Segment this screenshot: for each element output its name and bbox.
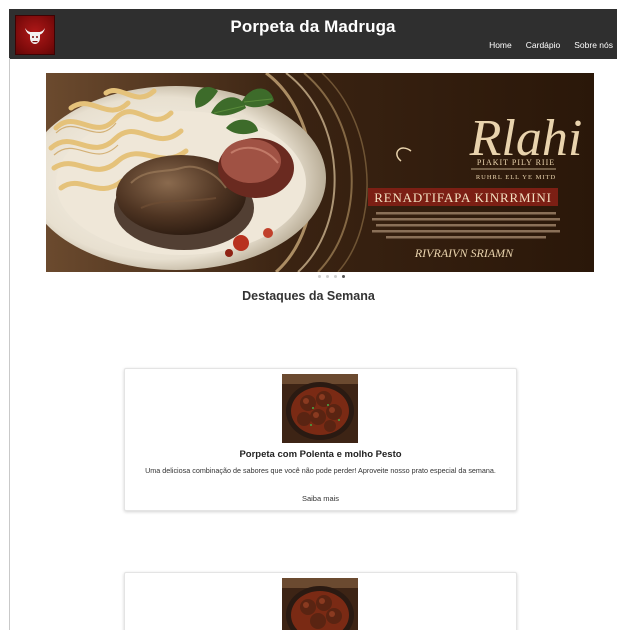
carousel-dot-4[interactable] [342, 275, 345, 278]
meatballs-image [282, 374, 358, 443]
featured-card: Porpeta com Polenta e molho Pesto Uma de… [124, 368, 517, 511]
card-more-link[interactable]: Saiba mais [125, 494, 516, 503]
banner-headline: RENADTIFAPA KINRRMINI [374, 190, 552, 205]
card-description: Uma deliciosa combinação de sabores que … [145, 466, 496, 475]
section-title: Destaques da Semana [242, 289, 375, 303]
site-header: Porpeta da Madruga Home Cardápio Sobre n… [9, 9, 617, 59]
carousel-dot-2[interactable] [326, 275, 329, 278]
card-image[interactable] [282, 374, 358, 443]
card-image[interactable] [282, 578, 358, 630]
main-nav: Home Cardápio Sobre nós [489, 40, 613, 50]
banner-bottom-text: RIVRAIVN SRIAMN [414, 246, 514, 260]
meatballs-image [282, 578, 358, 630]
nav-cardapio[interactable]: Cardápio [526, 40, 561, 50]
card-title: Porpeta com Polenta e molho Pesto [239, 449, 402, 460]
site-title: Porpeta da Madruga [230, 17, 396, 36]
carousel-dot-1[interactable] [318, 275, 321, 278]
nav-home[interactable]: Home [489, 40, 512, 50]
hero-banner[interactable]: Rlahi PIAKIT PILY RIIE RUHRL ELL YE MITD… [46, 73, 594, 272]
hero-banner-image: Rlahi PIAKIT PILY RIIE RUHRL ELL YE MITD… [46, 73, 594, 272]
page-left-border [9, 58, 10, 630]
banner-line2: RUHRL ELL YE MITD [476, 174, 556, 181]
featured-card [124, 572, 517, 630]
carousel-dot-3[interactable] [334, 275, 337, 278]
page: Porpeta da Madruga Home Cardápio Sobre n… [0, 0, 617, 630]
banner-line1: PIAKIT PILY RIIE [477, 158, 555, 167]
carousel-indicators [318, 275, 345, 278]
nav-sobre-nos[interactable]: Sobre nós [574, 40, 613, 50]
